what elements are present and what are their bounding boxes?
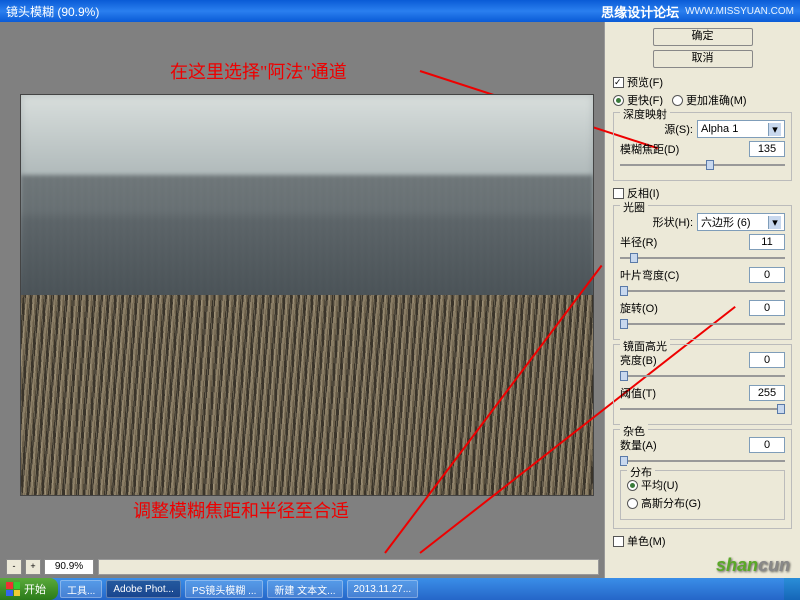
faster-radio[interactable] (613, 95, 624, 106)
invert-checkbox[interactable] (613, 188, 624, 199)
cancel-button[interactable]: 取消 (653, 50, 753, 68)
taskbar-item[interactable]: 2013.11.27... (347, 580, 419, 598)
noise-title: 杂色 (620, 423, 648, 439)
curvature-slider[interactable] (620, 286, 785, 296)
preview-area: 在这里选择"阿法"通道 调整模糊焦距和半径至合适 - + 90.9% (0, 22, 605, 578)
titlebar: 镜头模糊 (90.9%) 思缘设计论坛 WWW.MISSYUAN.COM (0, 0, 800, 22)
radius-label: 半径(R) (620, 234, 745, 250)
taskbar-item[interactable]: Adobe Phot... (106, 580, 181, 598)
chevron-down-icon: ▾ (768, 216, 781, 229)
start-button[interactable]: 开始 (0, 578, 58, 600)
preview-label: 预览(F) (627, 74, 663, 90)
focal-input[interactable]: 135 (749, 141, 785, 157)
mono-label: 单色(M) (627, 533, 666, 549)
start-label: 开始 (24, 581, 46, 597)
ok-button[interactable]: 确定 (653, 28, 753, 46)
taskbar-item[interactable]: 新建 文本文... (267, 580, 342, 598)
distribution-group: 分布 平均(U) 高斯分布(G) (620, 470, 785, 520)
brand-url: WWW.MISSYUAN.COM (685, 6, 794, 17)
annotation-bottom: 调整模糊焦距和半径至合适 (133, 497, 349, 523)
brand-text: 思缘设计论坛 (601, 2, 679, 21)
system-tray[interactable] (784, 578, 800, 600)
focal-slider[interactable] (620, 160, 785, 170)
taskbar: 开始 工具... Adobe Phot... PS镜头模糊 ... 新建 文本文… (0, 578, 800, 600)
radius-input[interactable]: 11 (749, 234, 785, 250)
curvature-label: 叶片弯度(C) (620, 267, 745, 283)
brightness-input[interactable]: 0 (749, 352, 785, 368)
source-select[interactable]: Alpha 1▾ (697, 120, 785, 138)
noise-group: 杂色 数量(A)0 分布 平均(U) 高斯分布(G) (613, 429, 792, 529)
specular-group: 镜面高光 亮度(B)0 阈值(T)255 (613, 344, 792, 425)
depth-title: 深度映射 (620, 106, 670, 122)
shape-select[interactable]: 六边形 (6)▾ (697, 213, 785, 231)
taskbar-item[interactable]: 工具... (60, 580, 102, 598)
iris-group: 光圈 形状(H): 六边形 (6)▾ 半径(R)11 叶片弯度(C)0 旋转(O… (613, 205, 792, 340)
source-label: 源(S): (620, 121, 693, 137)
uniform-radio[interactable] (627, 480, 638, 491)
rotation-input[interactable]: 0 (749, 300, 785, 316)
horizontal-scrollbar[interactable] (98, 559, 599, 575)
threshold-slider[interactable] (620, 404, 785, 414)
chevron-down-icon: ▾ (768, 123, 781, 136)
taskbar-item[interactable]: PS镜头模糊 ... (185, 580, 263, 598)
preview-image[interactable] (20, 94, 594, 496)
distribution-title: 分布 (627, 464, 655, 480)
focal-label: 模糊焦距(D) (620, 141, 745, 157)
accurate-radio[interactable] (672, 95, 683, 106)
threshold-label: 阈值(T) (620, 385, 745, 401)
zoom-value[interactable]: 90.9% (44, 559, 94, 575)
curvature-input[interactable]: 0 (749, 267, 785, 283)
zoom-out-button[interactable]: - (6, 559, 22, 575)
preview-checkbox[interactable] (613, 77, 624, 88)
rotation-slider[interactable] (620, 319, 785, 329)
brightness-label: 亮度(B) (620, 352, 745, 368)
iris-title: 光圈 (620, 199, 648, 215)
threshold-input[interactable]: 255 (749, 385, 785, 401)
rotation-label: 旋转(O) (620, 300, 745, 316)
image-grass (21, 295, 593, 495)
annotation-top: 在这里选择"阿法"通道 (170, 58, 347, 84)
gaussian-radio[interactable] (627, 498, 638, 509)
radius-slider[interactable] (620, 253, 785, 263)
specular-title: 镜面高光 (620, 338, 670, 354)
amount-label: 数量(A) (620, 437, 745, 453)
brightness-slider[interactable] (620, 371, 785, 381)
zoom-in-button[interactable]: + (25, 559, 41, 575)
window-title: 镜头模糊 (90.9%) (6, 3, 99, 20)
shape-label: 形状(H): (620, 214, 693, 230)
windows-logo-icon (6, 582, 20, 596)
settings-panel: 确定 取消 预览(F) 更快(F) 更加准确(M) 深度映射 源(S): Alp… (605, 22, 800, 578)
accurate-label: 更加准确(M) (686, 92, 747, 108)
amount-input[interactable]: 0 (749, 437, 785, 453)
zoom-controls: - + 90.9% (6, 559, 94, 575)
depth-group: 深度映射 源(S): Alpha 1▾ 模糊焦距(D) 135 (613, 112, 792, 181)
gaussian-label: 高斯分布(G) (641, 495, 701, 511)
mono-checkbox[interactable] (613, 536, 624, 547)
